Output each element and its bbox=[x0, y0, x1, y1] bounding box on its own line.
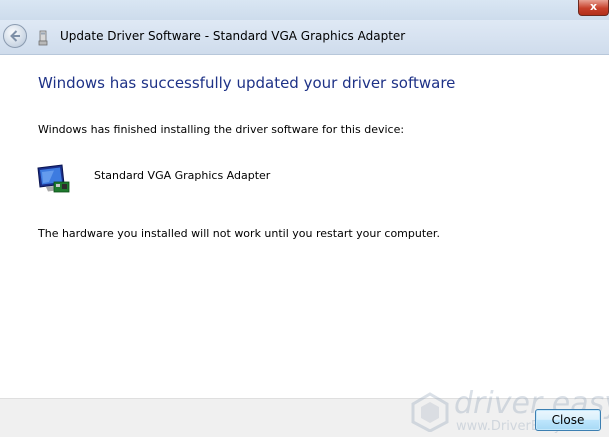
restart-message: The hardware you installed will not work… bbox=[38, 227, 440, 240]
device-name: Standard VGA Graphics Adapter bbox=[94, 169, 271, 182]
window-frame-top: x bbox=[0, 0, 609, 20]
back-button[interactable] bbox=[3, 24, 27, 48]
display-adapter-icon bbox=[37, 164, 70, 193]
installed-message: Windows has finished installing the driv… bbox=[38, 123, 405, 136]
wizard-header: Update Driver Software - Standard VGA Gr… bbox=[0, 20, 609, 55]
window-close-button[interactable]: x bbox=[578, 0, 609, 16]
update-driver-window: x Update Driver Software - Standard VGA … bbox=[0, 0, 609, 437]
success-heading: Windows has successfully updated your dr… bbox=[38, 74, 456, 92]
device-manager-icon bbox=[38, 30, 48, 46]
close-button[interactable]: Close bbox=[535, 409, 601, 431]
back-arrow-icon bbox=[10, 30, 20, 42]
window-title: Update Driver Software - Standard VGA Gr… bbox=[60, 29, 406, 43]
driver-easy-logo-icon bbox=[411, 392, 449, 432]
